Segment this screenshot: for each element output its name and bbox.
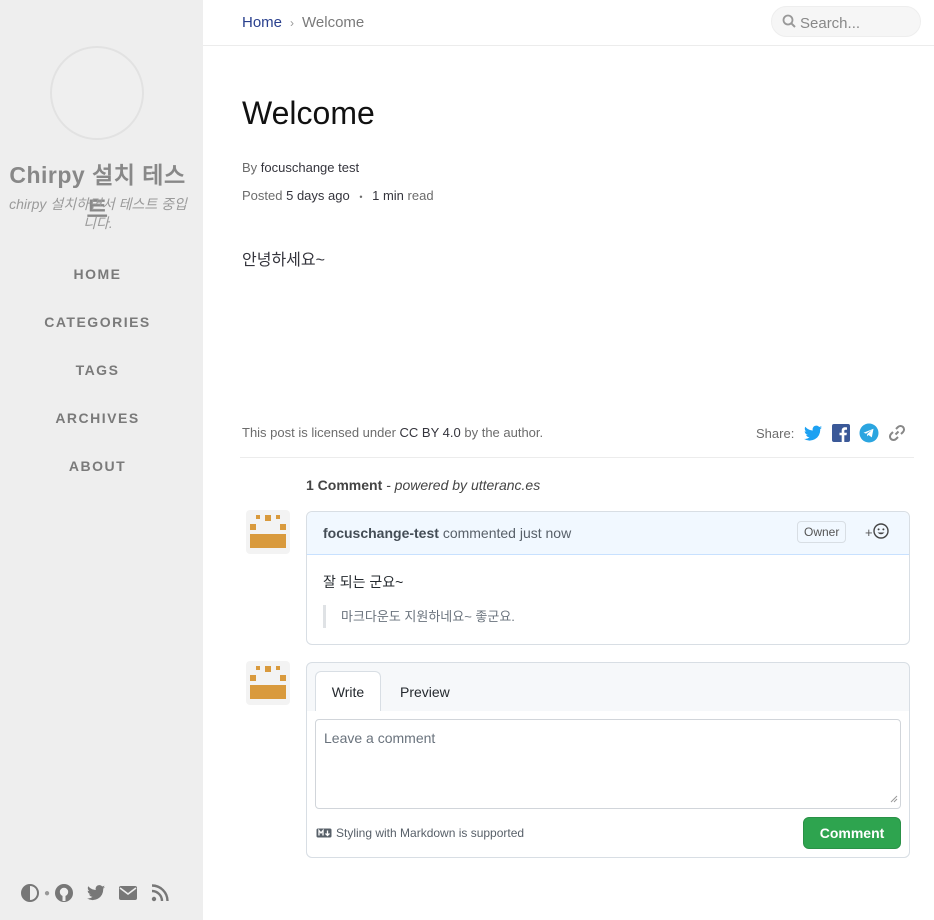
post-meta: Posted 5 days ago • 1 min read: [242, 188, 434, 203]
avatar[interactable]: [246, 661, 290, 705]
license-link[interactable]: CC BY 4.0: [400, 425, 461, 440]
theme-toggle-icon[interactable]: [20, 883, 40, 903]
reaction-plus: +: [865, 525, 873, 540]
comment-count-label: 1 Comment: [306, 477, 383, 493]
rss-icon[interactable]: [150, 883, 170, 903]
comment-count: 1 Comment - powered by utteranc.es: [306, 477, 540, 493]
email-icon[interactable]: [118, 883, 138, 903]
markdown-note[interactable]: Styling with Markdown is supported: [316, 826, 524, 840]
share-label: Share:: [756, 425, 795, 441]
search-input[interactable]: Search...: [771, 6, 921, 37]
add-reaction-button[interactable]: +: [865, 523, 889, 542]
link-icon[interactable]: [888, 424, 906, 442]
telegram-icon[interactable]: [859, 423, 879, 443]
sidebar-nav: HOME CATEGORIES TAGS ARCHIVES ABOUT: [0, 266, 195, 506]
divider: [240, 457, 914, 458]
nav-item-about[interactable]: ABOUT: [0, 458, 195, 506]
read-time: 1 min: [372, 188, 404, 203]
separator-dot: ●: [44, 887, 51, 899]
comment-editor: Write Preview Leave a comment Styling wi…: [306, 662, 910, 858]
smiley-icon: [872, 523, 889, 542]
breadcrumb-current: Welcome: [302, 14, 365, 31]
github-icon[interactable]: [54, 883, 74, 903]
comment-body: 잘 되는 군요~: [323, 574, 404, 590]
share-bar: Share:: [756, 423, 906, 443]
read-label: read: [407, 188, 434, 203]
posted-time: 5 days ago: [286, 188, 350, 203]
sidebar: Chirpy 설치 테스트 chirpy 설치하면서 테스트 중입니다. HOM…: [0, 0, 203, 920]
comment-quote: 마크다운도 지원하네요~ 좋군요.: [323, 605, 515, 628]
site-subtitle: chirpy 설치하면서 테스트 중입니다.: [9, 196, 187, 231]
markdown-note-text: Styling with Markdown is supported: [336, 826, 525, 840]
comment-meta: focuschange-test commented just now: [323, 525, 571, 541]
posted-label: Posted: [242, 188, 283, 203]
site-avatar[interactable]: [50, 46, 144, 140]
tab-write[interactable]: Write: [315, 671, 381, 712]
editor-tabs: Write Preview: [307, 663, 909, 712]
resize-handle-icon[interactable]: [890, 790, 898, 806]
comment-placeholder: Leave a comment: [324, 730, 436, 746]
avatar[interactable]: [246, 510, 290, 554]
comment-action[interactable]: commented just now: [443, 525, 571, 541]
comment-header: focuschange-test commented just now Owne…: [307, 512, 909, 555]
twitter-icon[interactable]: [803, 425, 823, 442]
sidebar-bottom: ●: [20, 880, 190, 906]
comment-submit-button[interactable]: Comment: [803, 817, 901, 849]
comment-card: focuschange-test commented just now Owne…: [306, 511, 910, 645]
nav-item-archives[interactable]: ARCHIVES: [0, 410, 195, 458]
breadcrumb-home-link[interactable]: Home: [242, 14, 282, 31]
markdown-icon: [316, 828, 332, 838]
facebook-icon[interactable]: [832, 424, 851, 442]
breadcrumb-separator: ›: [290, 16, 295, 30]
license-suffix: by the author.: [464, 425, 544, 440]
license-prefix: This post is licensed under: [242, 425, 396, 440]
search-icon: [782, 14, 796, 33]
post-title: Welcome: [242, 95, 375, 131]
comment-textarea[interactable]: Leave a comment: [315, 719, 901, 809]
post-byline: By focuschange test: [242, 160, 359, 175]
nav-item-categories[interactable]: CATEGORIES: [0, 314, 195, 362]
license-text: This post is licensed under CC BY 4.0 by…: [242, 425, 543, 440]
topbar: Home › Welcome Search...: [203, 0, 934, 46]
owner-badge: Owner: [797, 521, 847, 543]
breadcrumb: Home › Welcome: [242, 14, 364, 31]
editor-body: Leave a comment Styling with Markdown is…: [307, 711, 909, 857]
meta-separator: •: [359, 191, 363, 202]
tab-preview[interactable]: Preview: [400, 684, 450, 700]
comment-author[interactable]: focuschange-test: [323, 525, 439, 541]
powered-by[interactable]: - powered by utteranc.es: [386, 477, 540, 493]
nav-item-home[interactable]: HOME: [0, 266, 195, 314]
nav-item-tags[interactable]: TAGS: [0, 362, 195, 410]
post-author[interactable]: focuschange test: [261, 160, 359, 175]
by-label: By: [242, 160, 258, 175]
twitter-icon[interactable]: [86, 883, 106, 903]
post-content: 안녕하세요~: [242, 252, 325, 269]
search-placeholder: Search...: [800, 15, 861, 32]
